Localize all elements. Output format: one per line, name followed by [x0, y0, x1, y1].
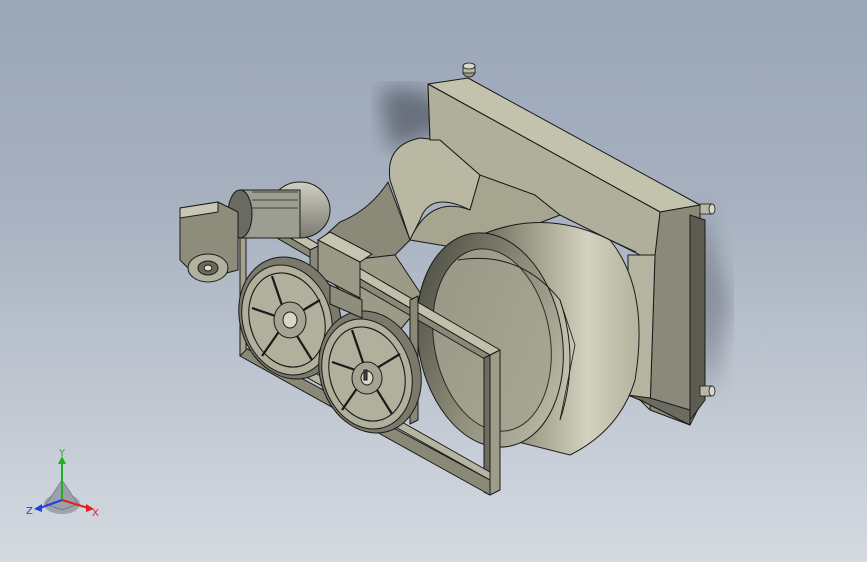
y-axis-label: Y — [58, 448, 66, 459]
gearbox — [179, 201, 239, 283]
z-axis-label: Z — [26, 506, 33, 517]
z-arrow-icon — [34, 504, 42, 512]
bolt-right-top — [699, 203, 716, 215]
x-axis-label: X — [92, 508, 99, 519]
bolt-top — [462, 62, 476, 78]
orientation-triad[interactable]: Y X Z — [20, 448, 110, 528]
fan-assembly-model[interactable] — [0, 0, 867, 562]
inlet-duct — [416, 222, 640, 456]
bolt-right-bottom — [699, 385, 716, 397]
motor — [227, 181, 331, 239]
cad-viewport[interactable]: Y X Z — [0, 0, 867, 562]
